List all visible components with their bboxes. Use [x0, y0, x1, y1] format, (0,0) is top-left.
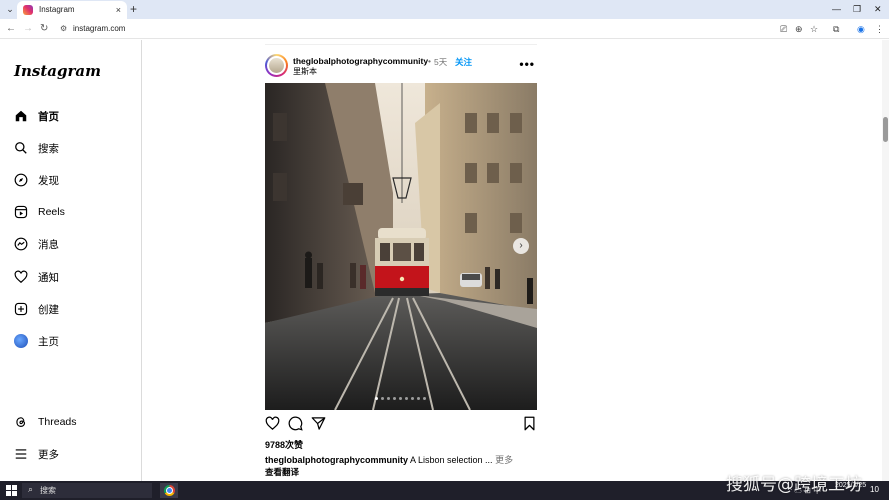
post-caption: theglobalphotographycommunity A Lisbon s…	[265, 453, 513, 466]
like-heart-icon[interactable]	[265, 416, 281, 432]
minimize-icon[interactable]: —	[832, 3, 841, 15]
window-close-icon[interactable]: ✕	[874, 3, 882, 15]
post-header: theglobalphotographycommunity • 5天 关注 里斯…	[265, 54, 537, 78]
carousel-dot	[375, 397, 378, 400]
sidebar-item-messages[interactable]: 消息	[13, 234, 59, 254]
heart-icon	[13, 269, 29, 285]
caption-text: A Lisbon selection ...	[408, 455, 493, 465]
sidebar-item-label: 搜索	[38, 142, 59, 155]
see-translation-link[interactable]: 查看翻译	[265, 466, 299, 478]
search-icon	[13, 140, 29, 156]
forward-icon[interactable]: →	[23, 23, 33, 35]
comment-icon[interactable]	[288, 416, 304, 432]
notification-count-badge[interactable]: 10	[870, 485, 879, 494]
menu-icon	[13, 446, 29, 462]
messenger-icon	[13, 236, 29, 252]
sidebar-item-search[interactable]: 搜索	[13, 138, 59, 158]
sidebar-item-home[interactable]: 首页	[13, 106, 59, 126]
post-location[interactable]: 里斯本	[293, 66, 317, 77]
sidebar-item-label: Reels	[38, 206, 65, 218]
taskbar-chrome-app[interactable]	[160, 483, 178, 498]
page-scrollbar[interactable]	[882, 40, 889, 481]
sidebar-item-label: 更多	[38, 448, 59, 461]
bookmark-star-icon[interactable]: ☆	[810, 23, 818, 35]
carousel-dot	[393, 397, 396, 400]
carousel-dot	[381, 397, 384, 400]
reload-icon[interactable]: ↻	[40, 23, 48, 35]
carousel-dot	[387, 397, 390, 400]
carousel-dot	[417, 397, 420, 400]
compass-icon	[13, 172, 29, 188]
post-author-avatar[interactable]	[265, 54, 288, 77]
sidebar-item-reels[interactable]: Reels	[13, 202, 65, 222]
site-info-icon[interactable]: ⚙	[60, 24, 67, 33]
carousel-dot	[423, 397, 426, 400]
feed-divider	[265, 44, 537, 45]
profile-icon[interactable]: ◉	[857, 23, 865, 35]
install-app-icon[interactable]: ⎚	[780, 23, 787, 35]
chrome-icon	[164, 485, 175, 496]
home-icon	[13, 108, 29, 124]
instagram-logo[interactable]: Instagram	[14, 62, 101, 80]
sidebar-item-profile[interactable]: 主页	[13, 331, 59, 351]
new-tab-button[interactable]: +	[130, 2, 137, 16]
url-text: instagram.com	[73, 24, 126, 33]
carousel-dot	[411, 397, 414, 400]
instagram-favicon-icon	[23, 5, 33, 15]
taskbar-search-placeholder: 搜索	[40, 486, 56, 495]
sidebar-item-label: 消息	[38, 238, 59, 251]
carousel-dot	[405, 397, 408, 400]
follow-button[interactable]: 关注	[455, 56, 472, 68]
sidebar-item-create[interactable]: 创建	[13, 299, 59, 319]
sidebar-item-explore[interactable]: 发现	[13, 170, 59, 190]
scrollbar-thumb[interactable]	[883, 117, 888, 142]
reels-icon	[13, 204, 29, 220]
separator-dot: •	[428, 56, 431, 66]
likes-count[interactable]: 9788次赞	[265, 438, 303, 451]
threads-icon	[13, 414, 29, 430]
profile-avatar	[13, 333, 29, 349]
lisbon-tram-photo	[265, 83, 537, 410]
tab-close-icon[interactable]: ×	[116, 4, 121, 16]
post-actions	[265, 416, 537, 432]
sidebar-item-label: 主页	[38, 335, 59, 348]
sidebar-item-label: 创建	[38, 303, 59, 316]
zoom-icon[interactable]: ⊕	[795, 23, 803, 35]
browser-tab-instagram[interactable]: Instagram ×	[17, 1, 127, 19]
sidebar-item-label: 首页	[38, 110, 59, 123]
tab-search-chevron-icon[interactable]: ⌄	[4, 3, 16, 15]
carousel-dot	[399, 397, 402, 400]
instagram-sidebar: Instagram 首页 搜索 发现 Reels 消息 通知 创建 主页 Thr…	[0, 40, 142, 481]
sidebar-item-more[interactable]: 更多	[13, 444, 59, 464]
sidebar-item-label: Threads	[38, 416, 77, 428]
restore-icon[interactable]: ❐	[853, 3, 861, 15]
caption-username[interactable]: theglobalphotographycommunity	[265, 455, 408, 465]
search-icon: ⌕	[28, 484, 34, 494]
extensions-icon[interactable]: ⧉	[833, 23, 839, 35]
save-bookmark-icon[interactable]	[522, 416, 538, 432]
address-bar-row: ← → ↻ ⚙ instagram.com ⎚ ⊕ ☆ ⧉ ◉ ⋮	[0, 19, 889, 39]
browser-menu-icon[interactable]: ⋮	[875, 23, 884, 35]
back-icon[interactable]: ←	[6, 23, 16, 35]
more-options-icon[interactable]: •••	[519, 57, 535, 71]
post-image[interactable]: ›	[265, 83, 537, 410]
sidebar-item-threads[interactable]: Threads	[13, 412, 77, 432]
sidebar-item-label: 通知	[38, 271, 59, 284]
plus-icon	[13, 301, 29, 317]
sohu-watermark: 搜狐号@跨境工坊	[726, 475, 862, 495]
caption-more-link[interactable]: 更多	[493, 455, 513, 465]
tab-title: Instagram	[39, 5, 75, 14]
sidebar-item-notifications[interactable]: 通知	[13, 267, 59, 287]
url-field[interactable]: ⚙ instagram.com	[54, 21, 774, 37]
taskbar-search-box[interactable]: ⌕ 搜索	[22, 483, 152, 498]
share-icon[interactable]	[311, 416, 327, 432]
post-time[interactable]: 5天	[434, 56, 447, 68]
next-image-icon[interactable]: ›	[513, 238, 529, 254]
carousel-indicator	[375, 397, 426, 400]
windows-start-icon[interactable]	[6, 485, 17, 496]
sidebar-item-label: 发现	[38, 174, 59, 187]
post-username[interactable]: theglobalphotographycommunity	[293, 56, 428, 66]
browser-tab-strip: ⌄ Instagram × + — ❐ ✕	[0, 0, 889, 19]
